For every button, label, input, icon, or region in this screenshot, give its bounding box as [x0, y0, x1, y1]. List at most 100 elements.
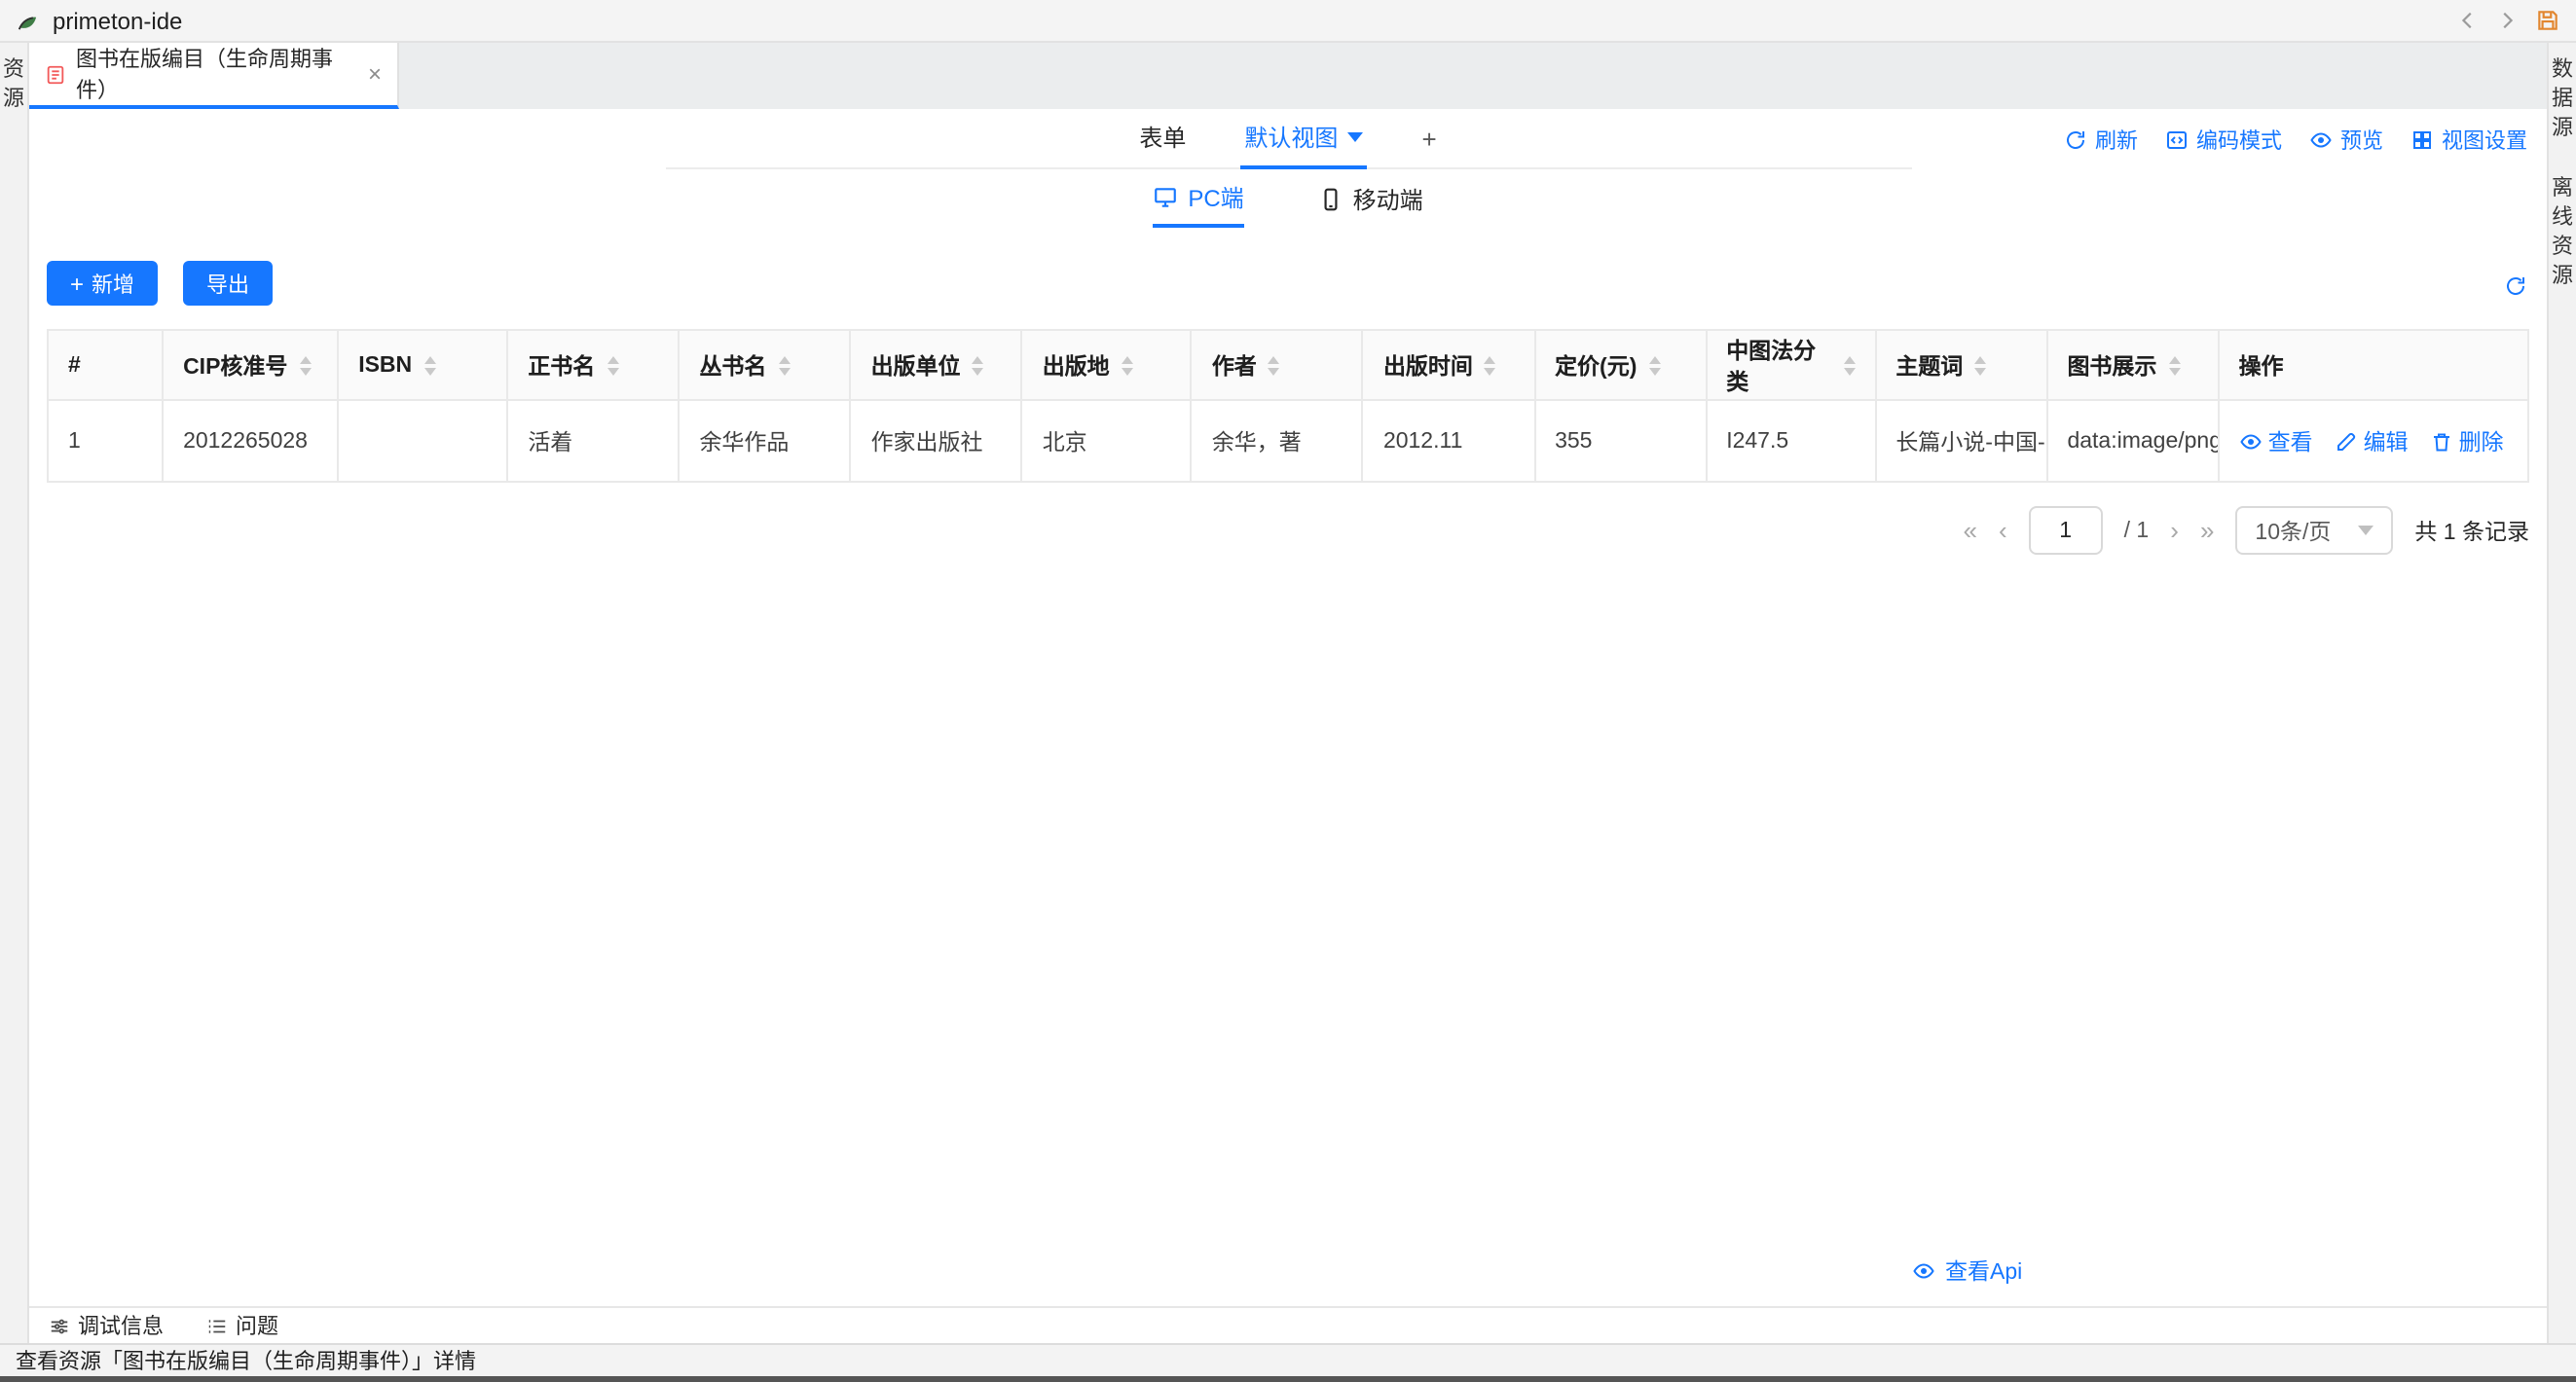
pagination: « ‹ / 1 › » 10条/页 共 1 条记录 [47, 506, 2529, 555]
cell-publisher: 作家出版社 [851, 400, 1022, 482]
col-author[interactable]: 作者 [1192, 330, 1363, 400]
eye-icon [1912, 1259, 1935, 1283]
code-mode-icon [2165, 127, 2189, 151]
view-settings-button[interactable]: 视图设置 [2410, 124, 2527, 155]
col-title[interactable]: 正书名 [507, 330, 679, 400]
sort-icon[interactable] [1648, 355, 1660, 375]
col-isbn[interactable]: ISBN [338, 330, 507, 400]
left-panel-strip: 资源 [0, 43, 29, 1343]
sort-icon[interactable] [1843, 355, 1855, 375]
cell-author: 余华，著 [1192, 400, 1363, 482]
panel-datasource[interactable]: 数据源 [2551, 56, 2574, 144]
total-records-label: 共 1 条记录 [2414, 515, 2529, 546]
plus-icon: + [70, 272, 84, 295]
sort-icon[interactable] [299, 355, 311, 375]
view-link[interactable]: 查看 [2239, 425, 2313, 456]
device-tabs: PC端 移动端 [29, 169, 2547, 228]
panel-resources[interactable]: 资源 [2, 56, 25, 115]
eye-icon [2239, 429, 2263, 453]
mobile-icon [1318, 186, 1343, 211]
edit-link[interactable]: 编辑 [2335, 425, 2409, 456]
sort-icon[interactable] [1974, 355, 1986, 375]
sort-icon[interactable] [1122, 355, 1133, 375]
problems-button[interactable]: 问题 [206, 1310, 278, 1341]
col-pubtime[interactable]: 出版时间 [1363, 330, 1534, 400]
sort-icon[interactable] [423, 355, 435, 375]
col-series[interactable]: 丛书名 [679, 330, 850, 400]
cell-series: 余华作品 [679, 400, 850, 482]
table-header-row: # CIP核准号 ISBN 正书名 丛书名 出版单位 出版地 作者 出版时间 定… [48, 330, 2528, 400]
cell-display: data:image/png;b [2046, 400, 2218, 482]
col-price[interactable]: 定价(元) [1534, 330, 1706, 400]
form-doc-icon [45, 63, 66, 85]
editor-tab[interactable]: 图书在版编目（生命周期事件） × [29, 43, 399, 109]
sort-icon[interactable] [607, 355, 618, 375]
col-place[interactable]: 出版地 [1022, 330, 1192, 400]
tab-form[interactable]: 表单 [1135, 121, 1190, 167]
trash-icon [2430, 429, 2453, 453]
bottom-bar: 调试信息 问题 [29, 1306, 2547, 1343]
tab-pc[interactable]: PC端 [1153, 169, 1243, 228]
refresh-icon [2064, 127, 2087, 151]
page-size-select[interactable]: 10条/页 [2235, 506, 2393, 555]
delete-link[interactable]: 删除 [2430, 425, 2504, 456]
content-area: + 新增 导出 [29, 228, 2547, 1306]
preview-eye-icon [2309, 127, 2333, 151]
right-panel-strip: 数据源 离线资源 [2547, 43, 2576, 1343]
sort-icon[interactable] [1485, 355, 1496, 375]
col-clc[interactable]: 中图法分类 [1706, 330, 1875, 400]
close-icon[interactable]: × [368, 62, 382, 86]
chevron-down-icon [1347, 132, 1363, 142]
cell-title: 活着 [507, 400, 679, 482]
cell-pubtime: 2012.11 [1363, 400, 1534, 482]
sort-icon[interactable] [2168, 355, 2180, 375]
view-api-link[interactable]: 查看Api [1912, 1255, 2022, 1287]
cell-isbn [338, 400, 507, 482]
tab-mobile[interactable]: 移动端 [1318, 169, 1423, 228]
preview-button[interactable]: 预览 [2309, 124, 2383, 155]
grid-icon [2410, 127, 2434, 151]
pencil-icon [2335, 429, 2358, 453]
app-title: primeton-ide [53, 7, 182, 34]
window-edge [0, 1376, 2576, 1382]
sort-icon[interactable] [1269, 355, 1280, 375]
sort-icon[interactable] [973, 355, 984, 375]
titlebar: primeton-ide [0, 0, 2576, 43]
cell-index: 1 [48, 400, 163, 482]
cell-cip: 2012265028 [163, 400, 338, 482]
last-page-icon[interactable]: » [2200, 518, 2214, 543]
col-cip[interactable]: CIP核准号 [163, 330, 338, 400]
data-table: # CIP核准号 ISBN 正书名 丛书名 出版单位 出版地 作者 出版时间 定… [47, 329, 2529, 483]
col-display[interactable]: 图书展示 [2046, 330, 2218, 400]
cell-clc: I247.5 [1706, 400, 1875, 482]
debug-info-button[interactable]: 调试信息 [49, 1310, 164, 1341]
table-row: 1 2012265028 活着 余华作品 作家出版社 北京 余华，著 2012.… [48, 400, 2528, 482]
back-icon[interactable] [2457, 10, 2479, 31]
col-operations: 操作 [2219, 330, 2528, 400]
status-text: 查看资源「图书在版编目（生命周期事件）」详情 [16, 1345, 476, 1376]
panel-offline-resources[interactable]: 离线资源 [2551, 175, 2574, 292]
cell-place: 北京 [1022, 400, 1192, 482]
editor-tabbar: 图书在版编目（生命周期事件） × [29, 43, 2547, 109]
statusbar: 查看资源「图书在版编目（生命周期事件）」详情 [0, 1343, 2576, 1376]
forward-icon[interactable] [2496, 10, 2518, 31]
tune-icon [49, 1315, 70, 1336]
col-subject[interactable]: 主题词 [1875, 330, 2046, 400]
next-page-icon[interactable]: › [2170, 518, 2179, 543]
code-mode-button[interactable]: 编码模式 [2165, 124, 2282, 155]
editor-tab-label: 图书在版编目（生命周期事件） [76, 43, 352, 105]
app-logo-icon [16, 8, 41, 33]
save-icon[interactable] [2535, 8, 2560, 33]
window: primeton-ide 资源 图书在版 [0, 0, 2576, 1382]
col-publisher[interactable]: 出版单位 [851, 330, 1022, 400]
tab-default-view[interactable]: 默认视图 [1240, 121, 1367, 169]
first-page-icon[interactable]: « [1964, 518, 1977, 543]
sort-icon[interactable] [778, 355, 790, 375]
prev-page-icon[interactable]: ‹ [1999, 518, 2007, 543]
refresh-button[interactable]: 刷新 [2064, 124, 2138, 155]
add-button[interactable]: + 新增 [47, 261, 158, 306]
add-view-button[interactable]: + [1417, 125, 1440, 167]
sync-icon[interactable] [2504, 274, 2527, 298]
page-input[interactable] [2029, 506, 2103, 555]
export-button[interactable]: 导出 [183, 261, 273, 306]
